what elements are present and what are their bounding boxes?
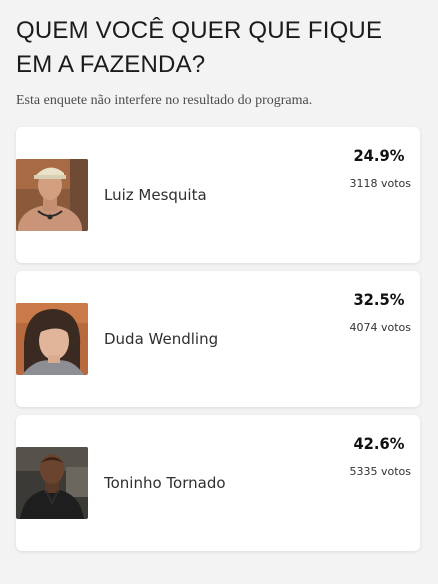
vote-count: 4074 votos bbox=[349, 321, 411, 334]
contestant-photo bbox=[16, 159, 88, 231]
poll-disclaimer: Esta enquete não interfere no resultado … bbox=[16, 93, 313, 108]
contestant-photo bbox=[16, 303, 88, 375]
vote-count: 5335 votos bbox=[349, 465, 411, 478]
poll-option-duda-wendling[interactable]: Duda Wendling 32.5% 4074 votos bbox=[16, 271, 420, 407]
contestant-name: Toninho Tornado bbox=[104, 474, 226, 492]
vote-count: 3118 votos bbox=[349, 177, 411, 190]
poll-option-toninho-tornado[interactable]: Toninho Tornado 42.6% 5335 votos bbox=[16, 415, 420, 551]
vote-percentage: 32.5% bbox=[353, 290, 405, 309]
poll-option-luiz-mesquita[interactable]: Luiz Mesquita 24.9% 3118 votos bbox=[16, 127, 420, 263]
contestant-name: Luiz Mesquita bbox=[104, 186, 207, 204]
poll-title: QUEM VOCÊ QUER QUE FIQUE EM A FAZENDA? bbox=[16, 17, 383, 78]
contestant-photo bbox=[16, 447, 88, 519]
vote-percentage: 42.6% bbox=[353, 434, 405, 453]
vote-percentage: 24.9% bbox=[353, 146, 405, 165]
poll-options-list: Luiz Mesquita 24.9% 3118 votos Duda Wend… bbox=[16, 127, 420, 559]
contestant-name: Duda Wendling bbox=[104, 330, 219, 348]
